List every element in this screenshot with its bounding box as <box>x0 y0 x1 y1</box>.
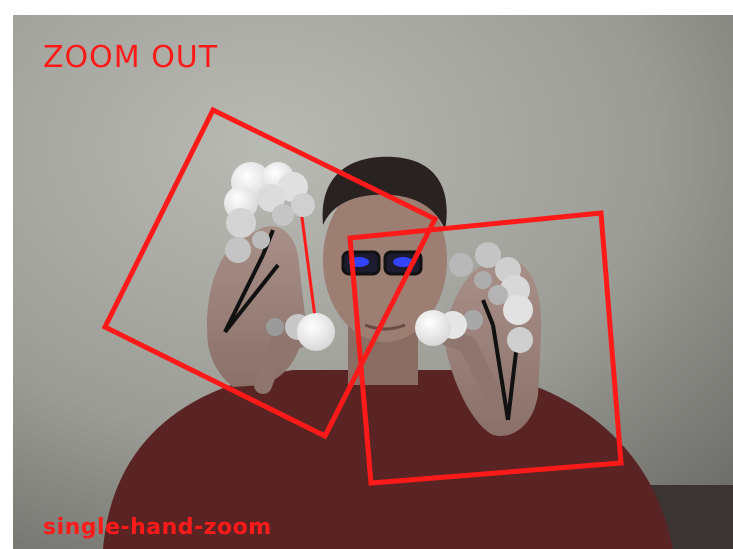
camera-frame: ZOOM OUT single-hand-zoom <box>13 15 733 549</box>
gesture-label: ZOOM OUT <box>43 40 219 75</box>
mode-label: single-hand-zoom <box>43 515 272 540</box>
webcam-scene <box>13 15 733 549</box>
